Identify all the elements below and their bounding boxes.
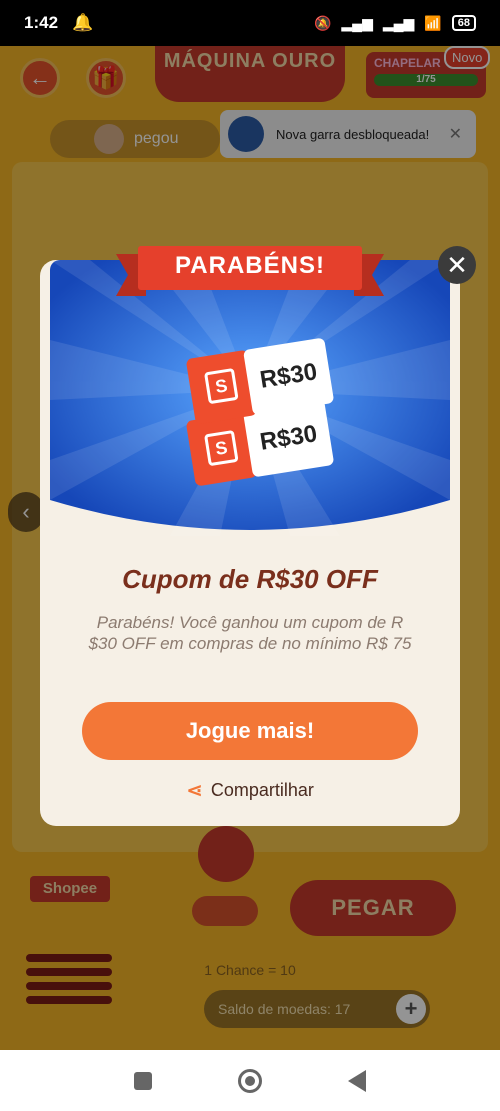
modal-description: Parabéns! Você ganhou um cupom de R $30 … (88, 613, 412, 653)
grab-button[interactable]: PEGAR (290, 880, 456, 936)
home-icon[interactable] (238, 1068, 262, 1093)
modal-hero: S R$30 S R$30 (50, 260, 450, 536)
chevron-left-icon[interactable]: ‹ (8, 492, 44, 532)
back-icon[interactable] (348, 1069, 366, 1092)
share-button[interactable]: ⋖ Compartilhar (40, 778, 460, 803)
system-nav-bar (0, 1050, 500, 1111)
avatar (94, 124, 124, 154)
share-label: Compartilhar (210, 780, 314, 800)
shopee-bag-icon: S (204, 429, 239, 467)
claw-avatar-icon (228, 116, 264, 152)
gift-icon[interactable]: 🎁 (86, 58, 126, 98)
chance-text: 1 Chance = 10 (204, 962, 296, 978)
coupon-value: R$30 (242, 337, 335, 416)
user-pill: pegou (50, 120, 220, 158)
chapel-progress-bar: 1/75 (374, 74, 478, 86)
menu-lines-icon[interactable] (26, 954, 112, 1018)
mute-icon: 🔕 (313, 14, 332, 31)
notification-bell-icon: 🔔 (72, 13, 94, 32)
joystick-base (192, 896, 258, 926)
shopee-tag: Shopee (30, 876, 110, 902)
status-bar: 1:42 🔔 🔕 ▂▄▆ ▂▄▆ 📶 68 (0, 0, 500, 46)
chapel-label: CHAPELAR (374, 56, 441, 70)
modal-title: Cupom de R$30 OFF (122, 564, 378, 594)
recents-icon[interactable] (134, 1071, 152, 1090)
coin-balance: Saldo de moedas: 17 + (204, 990, 430, 1028)
battery-icon: 68 (451, 15, 476, 31)
toast-notification: Nova garra desbloqueada! ✕ (220, 110, 476, 158)
novo-badge: Novo (444, 46, 491, 69)
close-icon[interactable]: ✕ (438, 246, 476, 284)
play-more-button[interactable]: Jogue mais! (82, 702, 418, 760)
toast-close-icon[interactable]: ✕ (449, 124, 462, 144)
shopee-bag-icon: S (204, 367, 239, 405)
reward-modal: S R$30 S R$30 PARABÉNS! ✕ Cupom de R$30 … (40, 246, 476, 826)
signal-icon: ▂▄▆ (341, 14, 373, 31)
coin-balance-label: Saldo de moedas: 17 (218, 1001, 351, 1017)
wifi-icon: 📶 (424, 14, 442, 31)
status-icons: 🔕 ▂▄▆ ▂▄▆ 📶 68 (314, 15, 476, 32)
user-pill-label: pegou (134, 130, 179, 147)
back-arrow-icon[interactable]: ← (20, 58, 60, 98)
add-coins-button[interactable]: + (396, 994, 426, 1024)
status-time: 1:42 (24, 13, 59, 32)
share-icon: ⋖ (186, 780, 203, 802)
ribbon-text: PARABÉNS! (175, 252, 325, 279)
machine-title: MÁQUINA OURO (155, 46, 345, 102)
toast-text: Nova garra desbloqueada! (276, 126, 430, 142)
signal-icon-2: ▂▄▆ (382, 14, 415, 31)
joystick-knob[interactable] (198, 826, 254, 882)
congrats-ribbon: PARABÉNS! (116, 244, 384, 300)
